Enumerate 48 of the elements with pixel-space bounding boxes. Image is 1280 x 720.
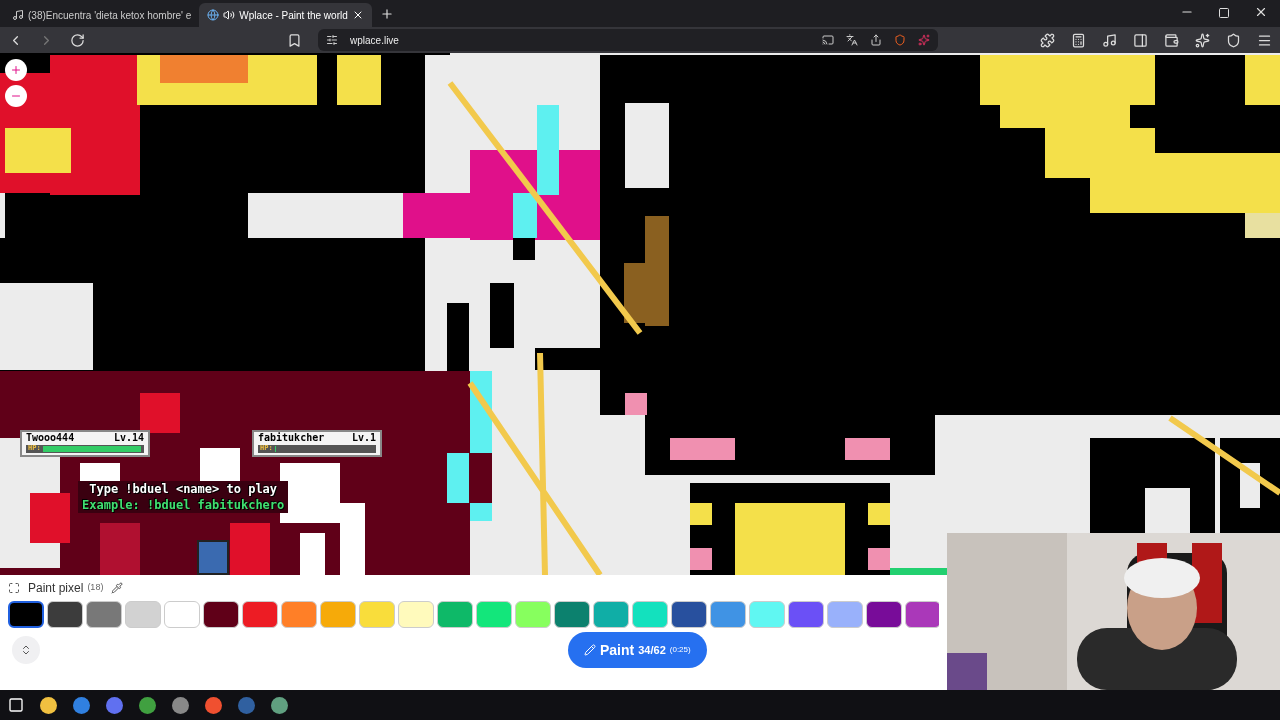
taskbar-app-icon[interactable] (139, 696, 156, 714)
share-icon[interactable] (870, 34, 882, 46)
shield-icon[interactable] (1226, 32, 1241, 48)
panel-title: Paint pixel (28, 580, 84, 597)
browser-tab[interactable]: (38)Encuentra 'dieta ketox hombre' e (4, 3, 200, 27)
player-sprite (197, 540, 229, 575)
site-settings-icon[interactable] (326, 34, 338, 46)
taskbar-app-icon[interactable] (172, 696, 189, 714)
taskbar-app-icon[interactable] (106, 696, 123, 714)
player-level: Lv.14 (113, 432, 144, 445)
player-name: fabitukcher (258, 432, 325, 445)
chevrons-icon (20, 644, 32, 656)
taskbar-app-icon[interactable] (40, 696, 57, 714)
menu-icon[interactable] (1257, 32, 1272, 48)
extensions-icon[interactable] (1040, 32, 1055, 48)
tab-title: Wplace - Paint the world (239, 8, 348, 23)
tab-title: (38)Encuentra 'dieta ketox hombre' e (28, 8, 192, 23)
player-level: Lv.1 (351, 432, 376, 445)
player-name: Twooo444 (26, 432, 75, 445)
taskbar-app-icon[interactable] (73, 696, 90, 714)
globe-icon (207, 9, 220, 21)
close-icon[interactable] (1254, 5, 1268, 19)
new-tab-icon[interactable] (379, 7, 394, 21)
eyedropper-icon[interactable] (111, 582, 124, 594)
expand-icon[interactable] (8, 582, 20, 594)
pixel-canvas-drawing[interactable] (0, 53, 1280, 575)
restore-icon[interactable] (1218, 7, 1230, 19)
windows-start-icon[interactable] (8, 697, 24, 713)
browser-tab[interactable]: Wplace - Paint the world (199, 3, 372, 27)
taskbar-app-icon[interactable] (271, 696, 288, 714)
sidebar-icon[interactable] (1133, 32, 1148, 48)
url-text: wplace.live (350, 33, 399, 48)
speaker-icon (223, 9, 236, 21)
bookmark-icon[interactable] (287, 32, 302, 48)
duel-instruction: Type !bduel <name> to play (89, 481, 278, 497)
paint-button[interactable]: Paint 34/62 (0:25) (568, 632, 707, 668)
music-icon[interactable] (1102, 32, 1117, 48)
address-bar[interactable]: wplace.live (318, 29, 938, 51)
brush-icon (584, 644, 596, 656)
wallet-icon[interactable] (1164, 32, 1179, 48)
reload-icon[interactable] (70, 32, 85, 48)
duel-example: Example: !bduel fabitukchero (82, 497, 285, 513)
translate-icon[interactable] (846, 34, 858, 46)
plus-icon (10, 64, 22, 76)
color-swatch[interactable] (8, 601, 44, 628)
taskbar-app-icon[interactable] (205, 696, 222, 714)
sparkle-icon[interactable] (1195, 32, 1210, 48)
pixel-count: (18) (87, 581, 104, 595)
